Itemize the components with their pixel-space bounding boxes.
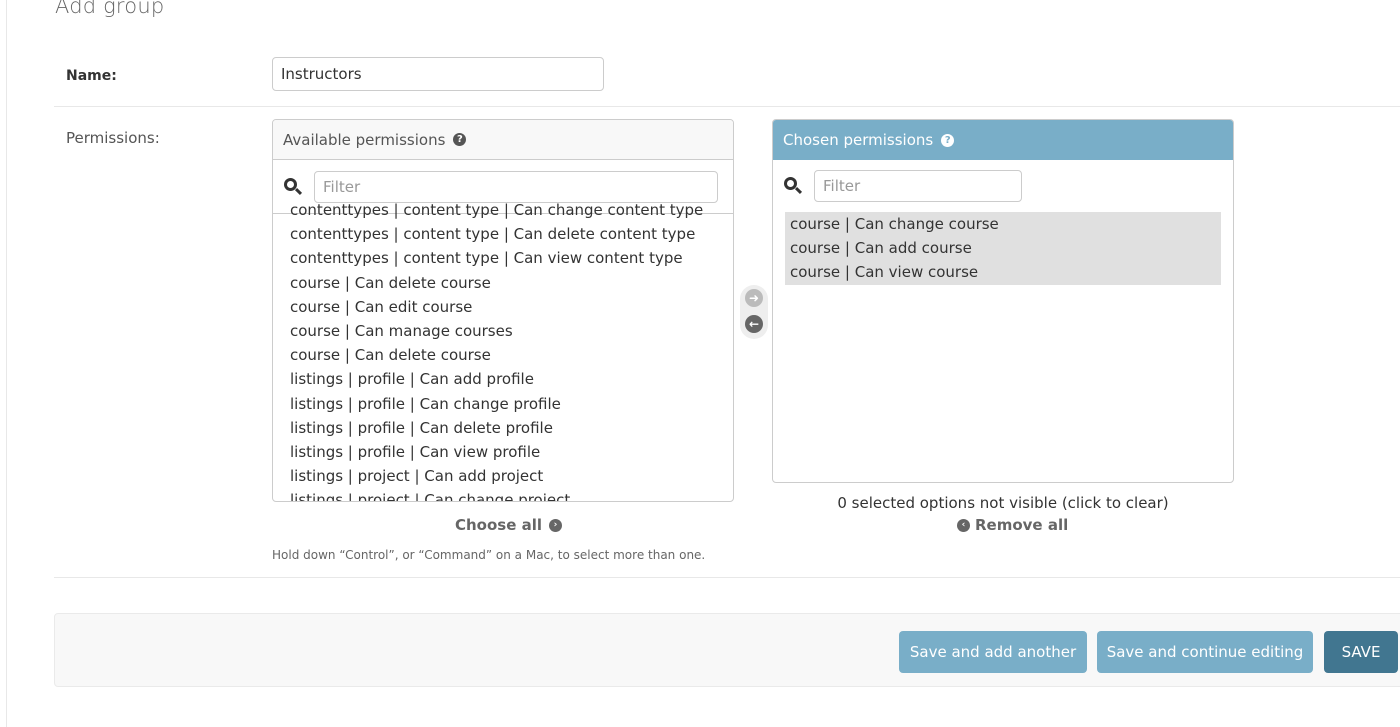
list-item[interactable]: course | Can manage courses bbox=[290, 319, 733, 343]
list-item[interactable]: course | Can add course bbox=[790, 236, 1221, 260]
list-item[interactable]: contenttypes | content type | Can change… bbox=[290, 198, 733, 222]
permissions-label: Permissions: bbox=[66, 129, 160, 147]
page-title: Add group bbox=[55, 0, 165, 18]
left-border bbox=[6, 0, 7, 727]
remove-all-link[interactable]: ‹ Remove all bbox=[957, 516, 1068, 534]
list-item[interactable]: course | Can delete course bbox=[290, 271, 733, 295]
choose-all-link[interactable]: Choose all › bbox=[455, 516, 563, 534]
chevron-right-icon: › bbox=[549, 518, 563, 532]
list-item[interactable]: listings | project | Can add project bbox=[290, 464, 733, 488]
search-icon bbox=[283, 177, 303, 197]
choose-all-label: Choose all bbox=[455, 516, 543, 534]
selector-arrows: ➜ ← bbox=[740, 285, 768, 339]
arrow-left-icon[interactable]: ← bbox=[745, 315, 763, 333]
list-item[interactable]: listings | profile | Can change profile bbox=[290, 392, 733, 416]
chosen-filter-input[interactable] bbox=[814, 170, 1022, 202]
list-item[interactable]: contenttypes | content type | Can view c… bbox=[290, 246, 733, 270]
submit-row: Save and add another Save and continue e… bbox=[54, 613, 1400, 687]
arrow-right-icon[interactable]: ➜ bbox=[745, 289, 763, 307]
chevron-left-icon: ‹ bbox=[957, 518, 970, 532]
name-label: Name: bbox=[66, 68, 117, 84]
divider bbox=[54, 577, 1400, 578]
chosen-filter-row bbox=[773, 160, 1233, 212]
list-item[interactable]: course | Can delete course bbox=[290, 343, 733, 367]
list-item[interactable]: contenttypes | content type | Can delete… bbox=[290, 222, 733, 246]
name-input[interactable] bbox=[272, 57, 604, 91]
available-permissions-header: Available permissions ? bbox=[273, 120, 733, 160]
list-item[interactable]: course | Can view course bbox=[790, 260, 1221, 284]
save-button[interactable]: Save bbox=[1324, 631, 1398, 673]
remove-all-label: Remove all bbox=[975, 516, 1069, 534]
save-and-add-another-button[interactable]: Save and add another bbox=[899, 631, 1087, 673]
list-item[interactable]: course | Can change course bbox=[790, 212, 1221, 236]
chosen-permissions-list[interactable]: course | Can change course course | Can … bbox=[785, 212, 1221, 285]
chosen-permissions-header: Chosen permissions ? bbox=[773, 120, 1233, 160]
list-item[interactable]: listings | profile | Can delete profile bbox=[290, 416, 733, 440]
list-item[interactable]: listings | profile | Can view profile bbox=[290, 440, 733, 464]
help-text: Hold down “Control”, or “Command” on a M… bbox=[272, 548, 706, 562]
available-permissions-list[interactable]: contenttypes | content type | Can change… bbox=[273, 198, 733, 501]
list-item[interactable]: listings | project | Can change project bbox=[290, 488, 733, 501]
available-permissions-box: Available permissions ? contenttypes | c… bbox=[272, 119, 734, 502]
available-permissions-title: Available permissions bbox=[283, 130, 446, 149]
hidden-selection-notice[interactable]: 0 selected options not visible (click to… bbox=[772, 494, 1234, 512]
chosen-permissions-title: Chosen permissions bbox=[783, 131, 934, 149]
list-item[interactable]: listings | profile | Can add profile bbox=[290, 367, 733, 391]
chosen-permissions-box: Chosen permissions ? course | Can change… bbox=[772, 119, 1234, 483]
list-item[interactable]: course | Can edit course bbox=[290, 295, 733, 319]
save-and-continue-button[interactable]: Save and continue editing bbox=[1097, 631, 1313, 673]
search-icon bbox=[783, 176, 803, 196]
question-circle-icon[interactable]: ? bbox=[453, 133, 467, 146]
divider bbox=[54, 106, 1400, 107]
question-circle-icon[interactable]: ? bbox=[941, 133, 955, 147]
